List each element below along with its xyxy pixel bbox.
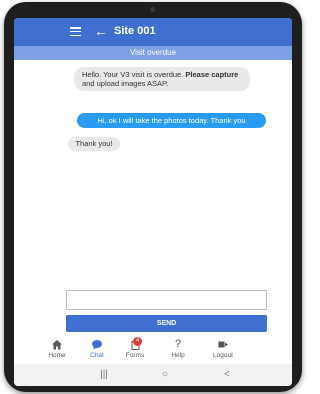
incoming-message: Thank you! bbox=[68, 137, 120, 151]
outgoing-message: Hi, ok I will take the photos today. Tha… bbox=[77, 113, 266, 128]
system-navigation-bar: ||| ○ < bbox=[14, 364, 292, 386]
camera-dot bbox=[150, 7, 155, 12]
tablet-frame: ← Site 001 Visit overdue Hello. Your V3 … bbox=[4, 2, 302, 392]
bottom-nav: Home Chat 4 Forms ? Help Logout bbox=[14, 336, 292, 364]
status-banner: Visit overdue bbox=[14, 46, 292, 60]
chat-icon bbox=[92, 340, 102, 350]
nav-label: Home bbox=[48, 352, 66, 359]
notification-badge: 4 bbox=[133, 337, 142, 346]
nav-item-help[interactable]: ? Help bbox=[160, 338, 196, 360]
incoming-message: Hello. Your V3 visit is overdue. Please … bbox=[74, 67, 250, 91]
nav-item-chat[interactable]: Chat bbox=[79, 338, 115, 360]
nav-item-logout[interactable]: Logout bbox=[205, 338, 241, 360]
message-input[interactable] bbox=[66, 290, 267, 310]
message-text-bold: Please capture bbox=[185, 70, 239, 79]
message-text-tail: and upload images ASAP. bbox=[82, 79, 169, 88]
nav-item-home[interactable]: Home bbox=[39, 338, 75, 360]
recents-icon[interactable]: ||| bbox=[94, 367, 114, 383]
help-icon: ? bbox=[174, 338, 182, 350]
logout-icon bbox=[218, 341, 228, 348]
send-button[interactable]: SEND bbox=[66, 315, 267, 332]
nav-item-forms[interactable]: 4 Forms bbox=[117, 337, 153, 360]
system-back-icon[interactable]: < bbox=[217, 367, 237, 383]
chat-thread: Hello. Your V3 visit is overdue. Please … bbox=[14, 60, 292, 286]
nav-label: Logout bbox=[213, 352, 233, 359]
nav-label: Help bbox=[171, 352, 185, 359]
system-home-icon[interactable]: ○ bbox=[155, 367, 175, 383]
app-screen: ← Site 001 Visit overdue Hello. Your V3 … bbox=[14, 18, 292, 386]
back-arrow-icon[interactable]: ← bbox=[94, 23, 108, 39]
home-icon bbox=[52, 340, 62, 350]
menu-icon[interactable] bbox=[70, 27, 81, 37]
page-title: Site 001 bbox=[114, 25, 156, 37]
message-text: Hello. Your V3 visit is overdue. bbox=[82, 70, 186, 79]
nav-label: Chat bbox=[90, 352, 104, 359]
nav-label: Forms bbox=[125, 352, 145, 359]
app-bar: ← Site 001 bbox=[14, 18, 292, 46]
